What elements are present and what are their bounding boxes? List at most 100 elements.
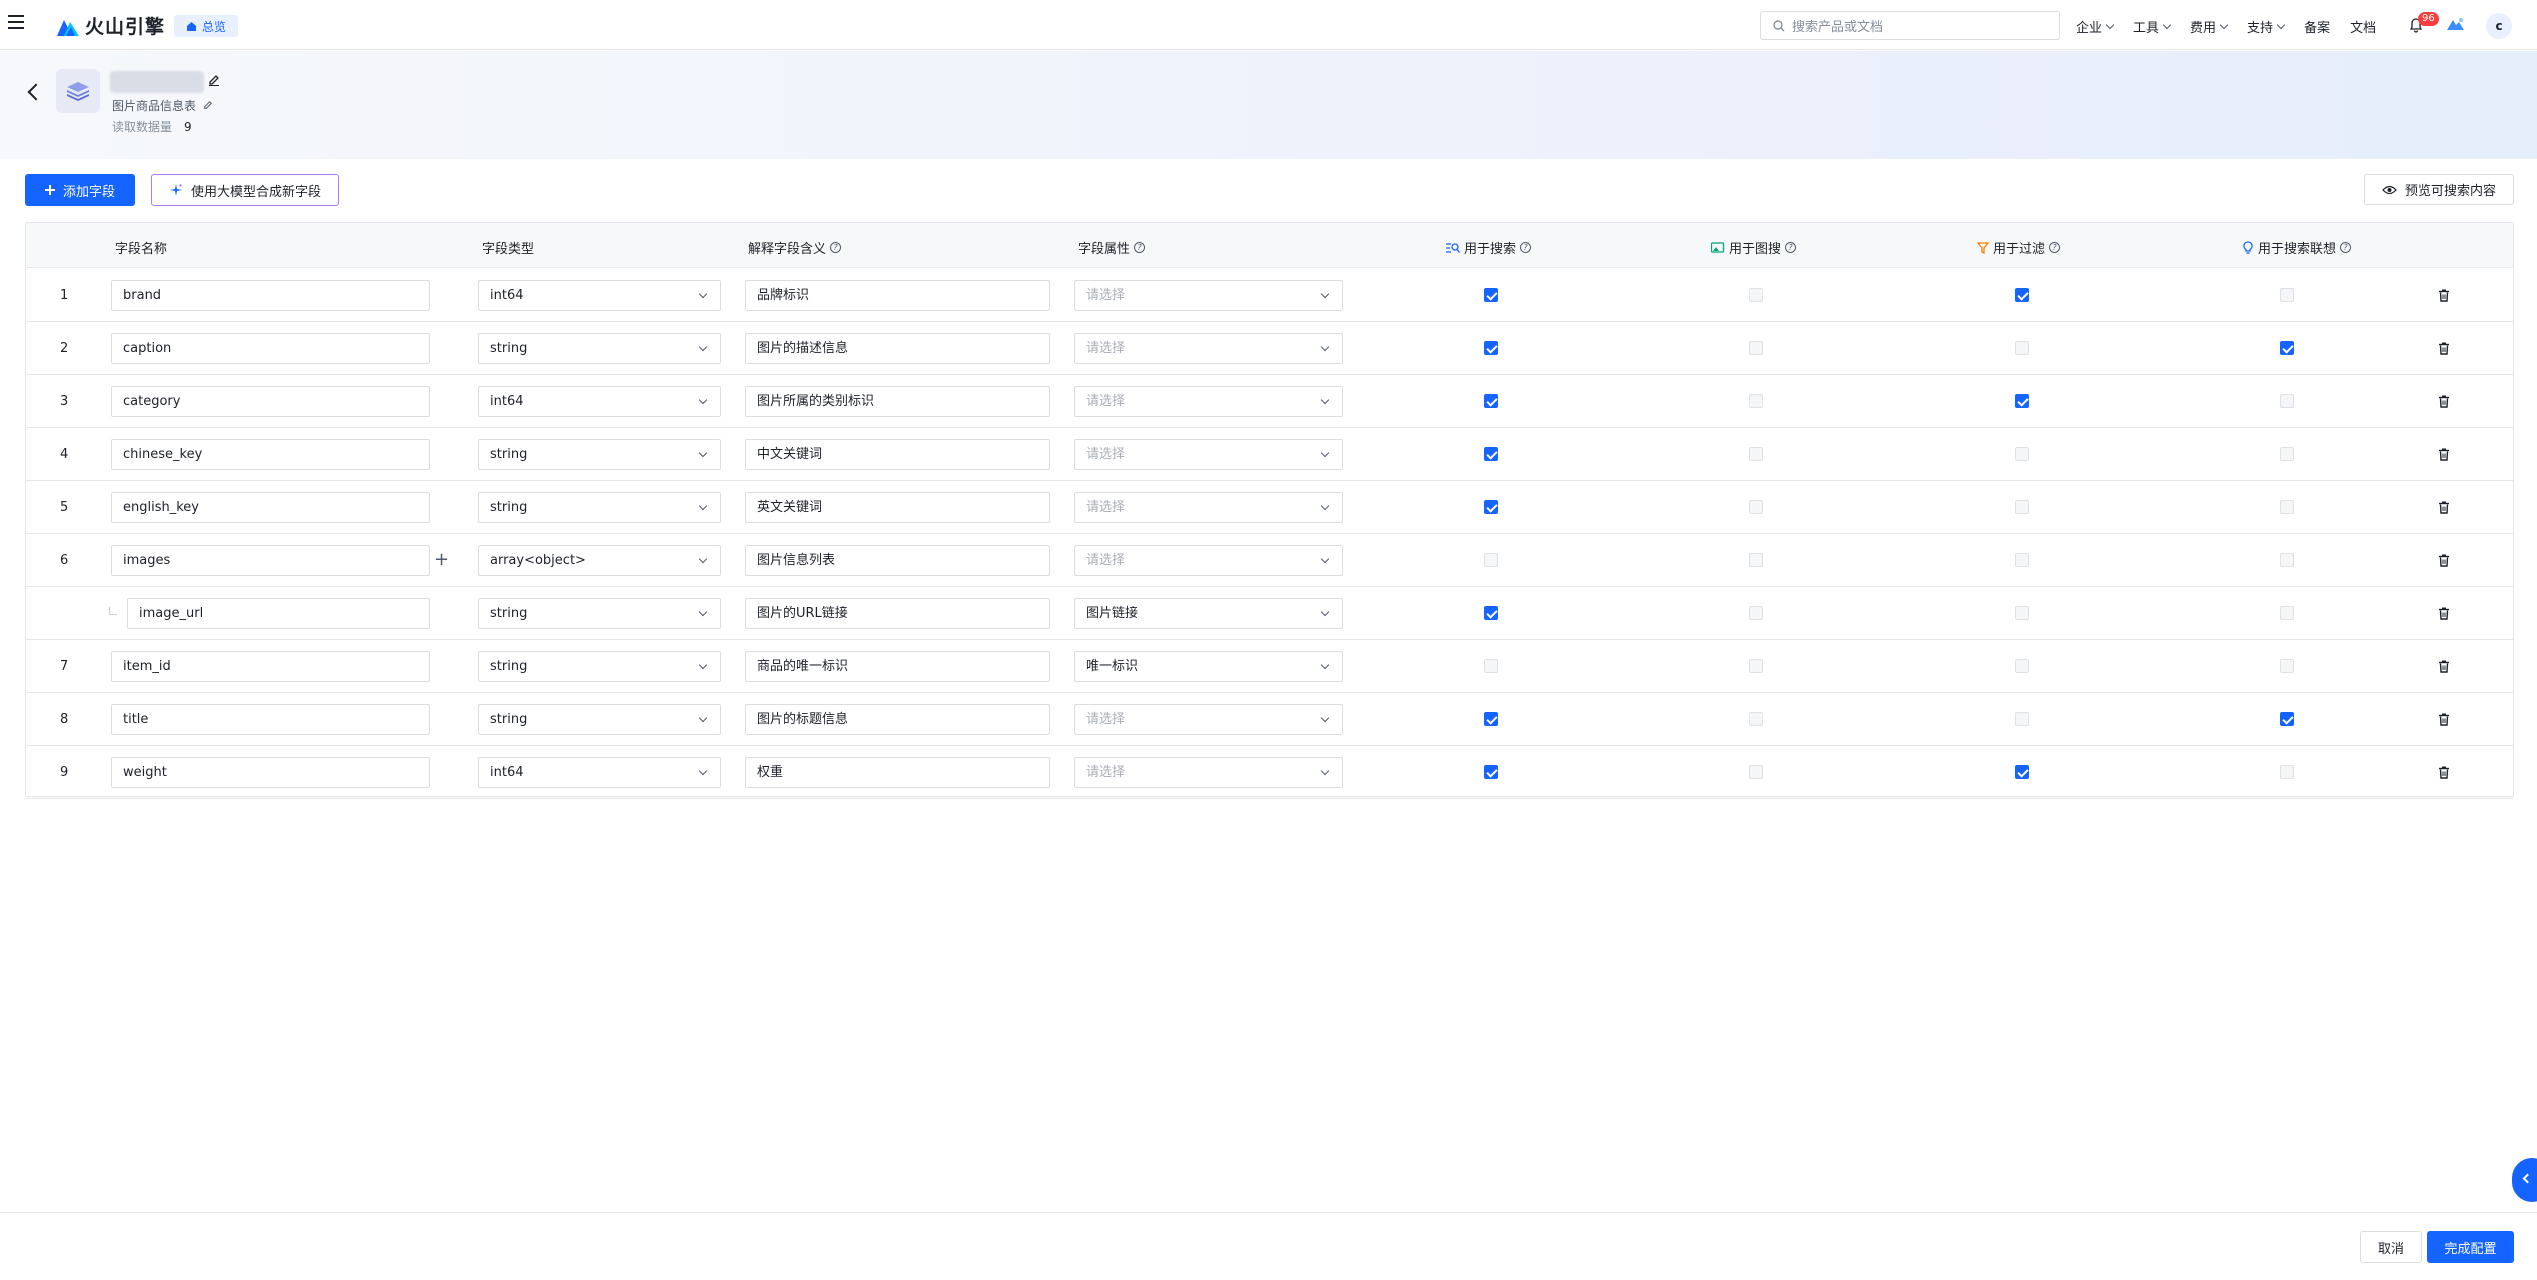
checkbox-search[interactable]	[1484, 500, 1498, 514]
field-type-select[interactable]: string	[478, 651, 721, 682]
help-icon[interactable]: ?	[2049, 242, 2061, 253]
field-name-input[interactable]: title	[111, 704, 430, 735]
checkbox-search[interactable]	[1484, 288, 1498, 302]
checkbox-image-search[interactable]	[1749, 288, 1763, 302]
checkbox-suggest[interactable]	[2280, 659, 2294, 673]
field-type-select[interactable]: string	[478, 492, 721, 523]
help-icon[interactable]: ?	[1520, 242, 1532, 253]
trash-icon[interactable]	[2438, 607, 2450, 620]
checkbox-search[interactable]	[1484, 394, 1498, 408]
field-attr-select[interactable]: 图片链接	[1074, 598, 1343, 629]
checkbox-image-search[interactable]	[1749, 394, 1763, 408]
field-name-input[interactable]: image_url	[127, 598, 430, 629]
checkbox-search[interactable]	[1484, 341, 1498, 355]
field-attr-select[interactable]: 请选择	[1074, 757, 1343, 788]
checkbox-suggest[interactable]	[2280, 394, 2294, 408]
checkbox-filter[interactable]	[2015, 394, 2029, 408]
checkbox-image-search[interactable]	[1749, 553, 1763, 567]
field-type-select[interactable]: int64	[478, 757, 721, 788]
nav-item-filing[interactable]: 备案	[2304, 17, 2330, 36]
field-name-input[interactable]: caption	[111, 333, 430, 364]
add-field-button[interactable]: 添加字段	[25, 174, 135, 206]
checkbox-filter[interactable]	[2015, 606, 2029, 620]
checkbox-filter[interactable]	[2015, 553, 2029, 567]
field-meaning-input[interactable]: 图片的URL链接	[745, 598, 1050, 629]
field-type-select[interactable]: string	[478, 333, 721, 364]
field-type-select[interactable]: string	[478, 439, 721, 470]
field-name-input[interactable]: category	[111, 386, 430, 417]
trash-icon[interactable]	[2438, 766, 2450, 779]
checkbox-suggest[interactable]	[2280, 606, 2294, 620]
checkbox-suggest[interactable]	[2280, 288, 2294, 302]
checkbox-suggest[interactable]	[2280, 712, 2294, 726]
field-meaning-input[interactable]: 图片的描述信息	[745, 333, 1050, 364]
field-meaning-input[interactable]: 商品的唯一标识	[745, 651, 1050, 682]
trash-icon[interactable]	[2438, 501, 2450, 514]
field-attr-select[interactable]: 请选择	[1074, 333, 1343, 364]
trash-icon[interactable]	[2438, 554, 2450, 567]
home-overview-chip[interactable]: 总览	[174, 15, 239, 37]
checkbox-suggest[interactable]	[2280, 765, 2294, 779]
trash-icon[interactable]	[2438, 713, 2450, 726]
checkbox-suggest[interactable]	[2280, 447, 2294, 461]
edit-subtitle-icon[interactable]	[203, 100, 213, 110]
field-name-input[interactable]: weight	[111, 757, 430, 788]
cancel-button[interactable]: 取消	[2360, 1231, 2422, 1263]
field-type-select[interactable]: int64	[478, 280, 721, 311]
field-type-select[interactable]: int64	[478, 386, 721, 417]
field-attr-select[interactable]: 请选择	[1074, 492, 1343, 523]
nav-item-enterprise[interactable]: 企业	[2076, 17, 2115, 36]
checkbox-image-search[interactable]	[1749, 712, 1763, 726]
ai-generate-field-button[interactable]: 使用大模型合成新字段	[151, 174, 339, 206]
trash-icon[interactable]	[2438, 342, 2450, 355]
brand-logo[interactable]: 火山引擎	[57, 12, 165, 39]
collapse-side-panel-button[interactable]	[2512, 1158, 2537, 1202]
checkbox-image-search[interactable]	[1749, 447, 1763, 461]
field-attr-select[interactable]: 请选择	[1074, 386, 1343, 417]
checkbox-image-search[interactable]	[1749, 659, 1763, 673]
nav-item-billing[interactable]: 费用	[2190, 17, 2229, 36]
field-name-input[interactable]: brand	[111, 280, 430, 311]
field-type-select[interactable]: array<object>	[478, 545, 721, 576]
help-icon[interactable]: ?	[1134, 242, 1146, 253]
checkbox-filter[interactable]	[2015, 659, 2029, 673]
field-attr-select[interactable]: 请选择	[1074, 280, 1343, 311]
finish-config-button[interactable]: 完成配置	[2427, 1231, 2514, 1263]
field-attr-select[interactable]: 请选择	[1074, 439, 1343, 470]
checkbox-search[interactable]	[1484, 712, 1498, 726]
trash-icon[interactable]	[2438, 660, 2450, 673]
checkbox-image-search[interactable]	[1749, 606, 1763, 620]
checkbox-image-search[interactable]	[1749, 500, 1763, 514]
field-attr-select[interactable]: 请选择	[1074, 704, 1343, 735]
checkbox-search[interactable]	[1484, 765, 1498, 779]
checkbox-search[interactable]	[1484, 659, 1498, 673]
field-attr-select[interactable]: 请选择	[1074, 545, 1343, 576]
nav-item-support[interactable]: 支持	[2247, 17, 2286, 36]
field-type-select[interactable]: string	[478, 598, 721, 629]
checkbox-filter[interactable]	[2015, 712, 2029, 726]
checkbox-filter[interactable]	[2015, 341, 2029, 355]
edit-name-icon[interactable]	[208, 74, 220, 86]
checkbox-suggest[interactable]	[2280, 553, 2294, 567]
field-name-input[interactable]: english_key	[111, 492, 430, 523]
user-avatar[interactable]: c	[2486, 13, 2512, 39]
checkbox-search[interactable]	[1484, 447, 1498, 461]
hamburger-menu-icon[interactable]	[8, 15, 26, 33]
checkbox-filter[interactable]	[2015, 765, 2029, 779]
nav-item-tools[interactable]: 工具	[2133, 17, 2172, 36]
trash-icon[interactable]	[2438, 289, 2450, 302]
field-attr-select[interactable]: 唯一标识	[1074, 651, 1343, 682]
field-type-select[interactable]: string	[478, 704, 721, 735]
trash-icon[interactable]	[2438, 448, 2450, 461]
checkbox-search[interactable]	[1484, 606, 1498, 620]
nav-item-docs[interactable]: 文档	[2350, 17, 2376, 36]
field-name-input[interactable]: item_id	[111, 651, 430, 682]
global-search-input[interactable]: 搜索产品或文档	[1760, 11, 2060, 40]
field-meaning-input[interactable]: 权重	[745, 757, 1050, 788]
field-meaning-input[interactable]: 图片所属的类别标识	[745, 386, 1050, 417]
help-icon[interactable]: ?	[1785, 242, 1797, 253]
checkbox-image-search[interactable]	[1749, 765, 1763, 779]
checkbox-filter[interactable]	[2015, 447, 2029, 461]
add-subfield-icon[interactable]: +	[434, 551, 449, 569]
field-meaning-input[interactable]: 图片的标题信息	[745, 704, 1050, 735]
